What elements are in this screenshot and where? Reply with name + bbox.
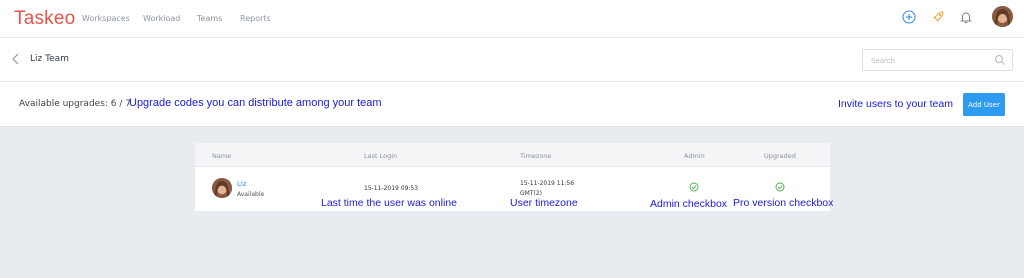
column-header-upgraded: Upgraded xyxy=(764,152,796,160)
user-name-link[interactable]: Liz xyxy=(237,180,247,188)
nav-item-reports[interactable]: Reports xyxy=(240,14,271,23)
user-status: Available xyxy=(237,191,265,198)
search-box xyxy=(862,49,1013,71)
timezone-offset: GMT(2) xyxy=(520,190,542,197)
search-icon[interactable] xyxy=(994,54,1006,66)
last-login-annotation: Last time the user was online xyxy=(321,197,457,209)
rocket-icon[interactable] xyxy=(930,9,946,25)
column-header-admin: Admin xyxy=(684,152,705,160)
page-title: Liz Team xyxy=(30,54,69,64)
column-header-name: Name xyxy=(212,152,232,160)
table-header: Name Last Login Timezone Admin Upgraded xyxy=(195,143,830,167)
last-login-value: 15-11-2019 09:53 xyxy=(364,185,419,192)
upgrades-bar: Available upgrades: 6 / 7 Upgrade codes … xyxy=(0,82,1024,127)
user-avatar[interactable] xyxy=(992,6,1013,27)
admin-check-icon[interactable] xyxy=(689,182,699,192)
bell-icon[interactable] xyxy=(958,9,974,25)
available-upgrades-label: Available upgrades: 6 / 7 xyxy=(19,99,131,109)
admin-annotation: Admin checkbox xyxy=(650,198,728,210)
upgrade-codes-annotation: Upgrade codes you can distribute among y… xyxy=(129,97,382,109)
app-logo[interactable]: Taskeo xyxy=(14,8,75,30)
timezone-value: 15-11-2019 11:56 xyxy=(520,180,575,187)
invite-users-annotation: Invite users to your team xyxy=(838,98,953,110)
column-header-last-login: Last Login xyxy=(364,152,398,160)
search-input[interactable] xyxy=(871,55,986,66)
add-circle-icon[interactable] xyxy=(901,9,917,25)
column-header-timezone: Timezone xyxy=(520,152,552,160)
upgraded-check-icon[interactable] xyxy=(775,182,785,192)
chevron-left-icon[interactable] xyxy=(10,52,22,66)
avatar xyxy=(212,178,232,198)
nav-item-workload[interactable]: Workload xyxy=(143,14,180,23)
add-user-button[interactable]: Add User xyxy=(963,93,1005,116)
top-navbar: Taskeo Workspaces Workload Teams Reports xyxy=(0,0,1024,38)
nav-item-teams[interactable]: Teams xyxy=(197,14,222,23)
timezone-annotation: User timezone xyxy=(510,197,578,209)
page-header: Liz Team xyxy=(0,38,1024,82)
upgraded-annotation: Pro version checkbox xyxy=(733,197,834,209)
nav-item-workspaces[interactable]: Workspaces xyxy=(82,14,130,23)
